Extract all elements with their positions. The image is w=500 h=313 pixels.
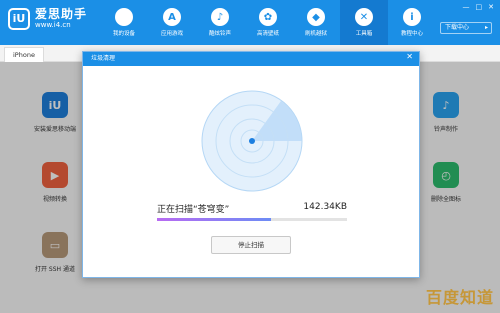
nav-label: 酷炫铃声 <box>208 31 231 37</box>
window-controls: — □ ✕ <box>463 3 495 11</box>
scan-status-text: 正在扫描“苍穹变” <box>157 205 230 215</box>
appstore-icon: A <box>163 8 181 26</box>
nav-tutorials[interactable]: i 教程中心 <box>388 0 436 45</box>
watermark-text: 百度知道 <box>425 288 494 307</box>
wallpaper-icon: ✿ <box>259 8 277 26</box>
scan-progress-bar <box>157 218 347 221</box>
nav-ringtones[interactable]: ♪ 酷炫铃声 <box>196 0 244 45</box>
app-logo: iU 爱思助手 www.i4.cn <box>8 7 87 30</box>
download-center-label: 下载中心 <box>445 24 470 31</box>
main-nav: 我的设备 A 应用游戏 ♪ 酷炫铃声 ✿ 高清壁纸 ◆ 刷机越狱 ✕ 工具箱 i… <box>100 0 436 45</box>
chevron-right-icon: ▸ <box>484 24 488 31</box>
logo-badge: iU <box>8 7 30 30</box>
scan-status-row: 正在扫描“苍穹变” 142.34KB <box>157 202 347 215</box>
close-icon[interactable]: ✕ <box>406 52 413 61</box>
info-icon: i <box>403 8 421 26</box>
nav-apps-games[interactable]: A 应用游戏 <box>148 0 196 45</box>
junk-clean-dialog: 垃圾清理 ✕ 正在扫描“苍穹变” 142.34KB 停止扫描 <box>82 51 420 278</box>
minimize-button[interactable]: — <box>463 3 470 11</box>
logo-text: 爱思助手 www.i4.cn <box>35 7 87 30</box>
maximize-button[interactable]: □ <box>476 3 483 11</box>
top-header: iU 爱思助手 www.i4.cn 我的设备 A 应用游戏 ♪ 酷炫铃声 ✿ 高… <box>0 0 500 45</box>
nav-label: 工具箱 <box>355 31 373 37</box>
nav-label: 我的设备 <box>112 31 135 37</box>
box-icon: ◆ <box>307 8 325 26</box>
nav-label: 刷机越狱 <box>304 31 327 37</box>
nav-label: 高清壁纸 <box>256 31 279 37</box>
scanned-size: 142.34KB <box>303 202 347 212</box>
tools-icon: ✕ <box>355 8 373 26</box>
radar-center-dot <box>249 138 255 144</box>
nav-flash-jailbreak[interactable]: ◆ 刷机越狱 <box>292 0 340 45</box>
stop-scan-button[interactable]: 停止扫描 <box>211 236 291 254</box>
app-url: www.i4.cn <box>35 21 71 29</box>
dialog-title-bar: 垃圾清理 ✕ <box>83 52 419 66</box>
download-center-button[interactable]: 下载中心 ▸ <box>440 22 492 34</box>
nav-my-device[interactable]: 我的设备 <box>100 0 148 45</box>
radar-scan-graphic <box>201 90 303 192</box>
close-window-button[interactable]: ✕ <box>488 3 494 11</box>
nav-label: 应用游戏 <box>160 31 183 37</box>
app-name: 爱思助手 <box>35 7 88 21</box>
tab-iphone[interactable]: iPhone <box>4 47 44 62</box>
bell-icon: ♪ <box>211 8 229 26</box>
dialog-title: 垃圾清理 <box>91 55 116 62</box>
apple-icon <box>115 8 133 26</box>
nav-label: 教程中心 <box>400 31 423 37</box>
nav-toolbox[interactable]: ✕ 工具箱 <box>340 0 388 45</box>
nav-wallpapers[interactable]: ✿ 高清壁纸 <box>244 0 292 45</box>
scan-progress-fill <box>157 218 271 221</box>
